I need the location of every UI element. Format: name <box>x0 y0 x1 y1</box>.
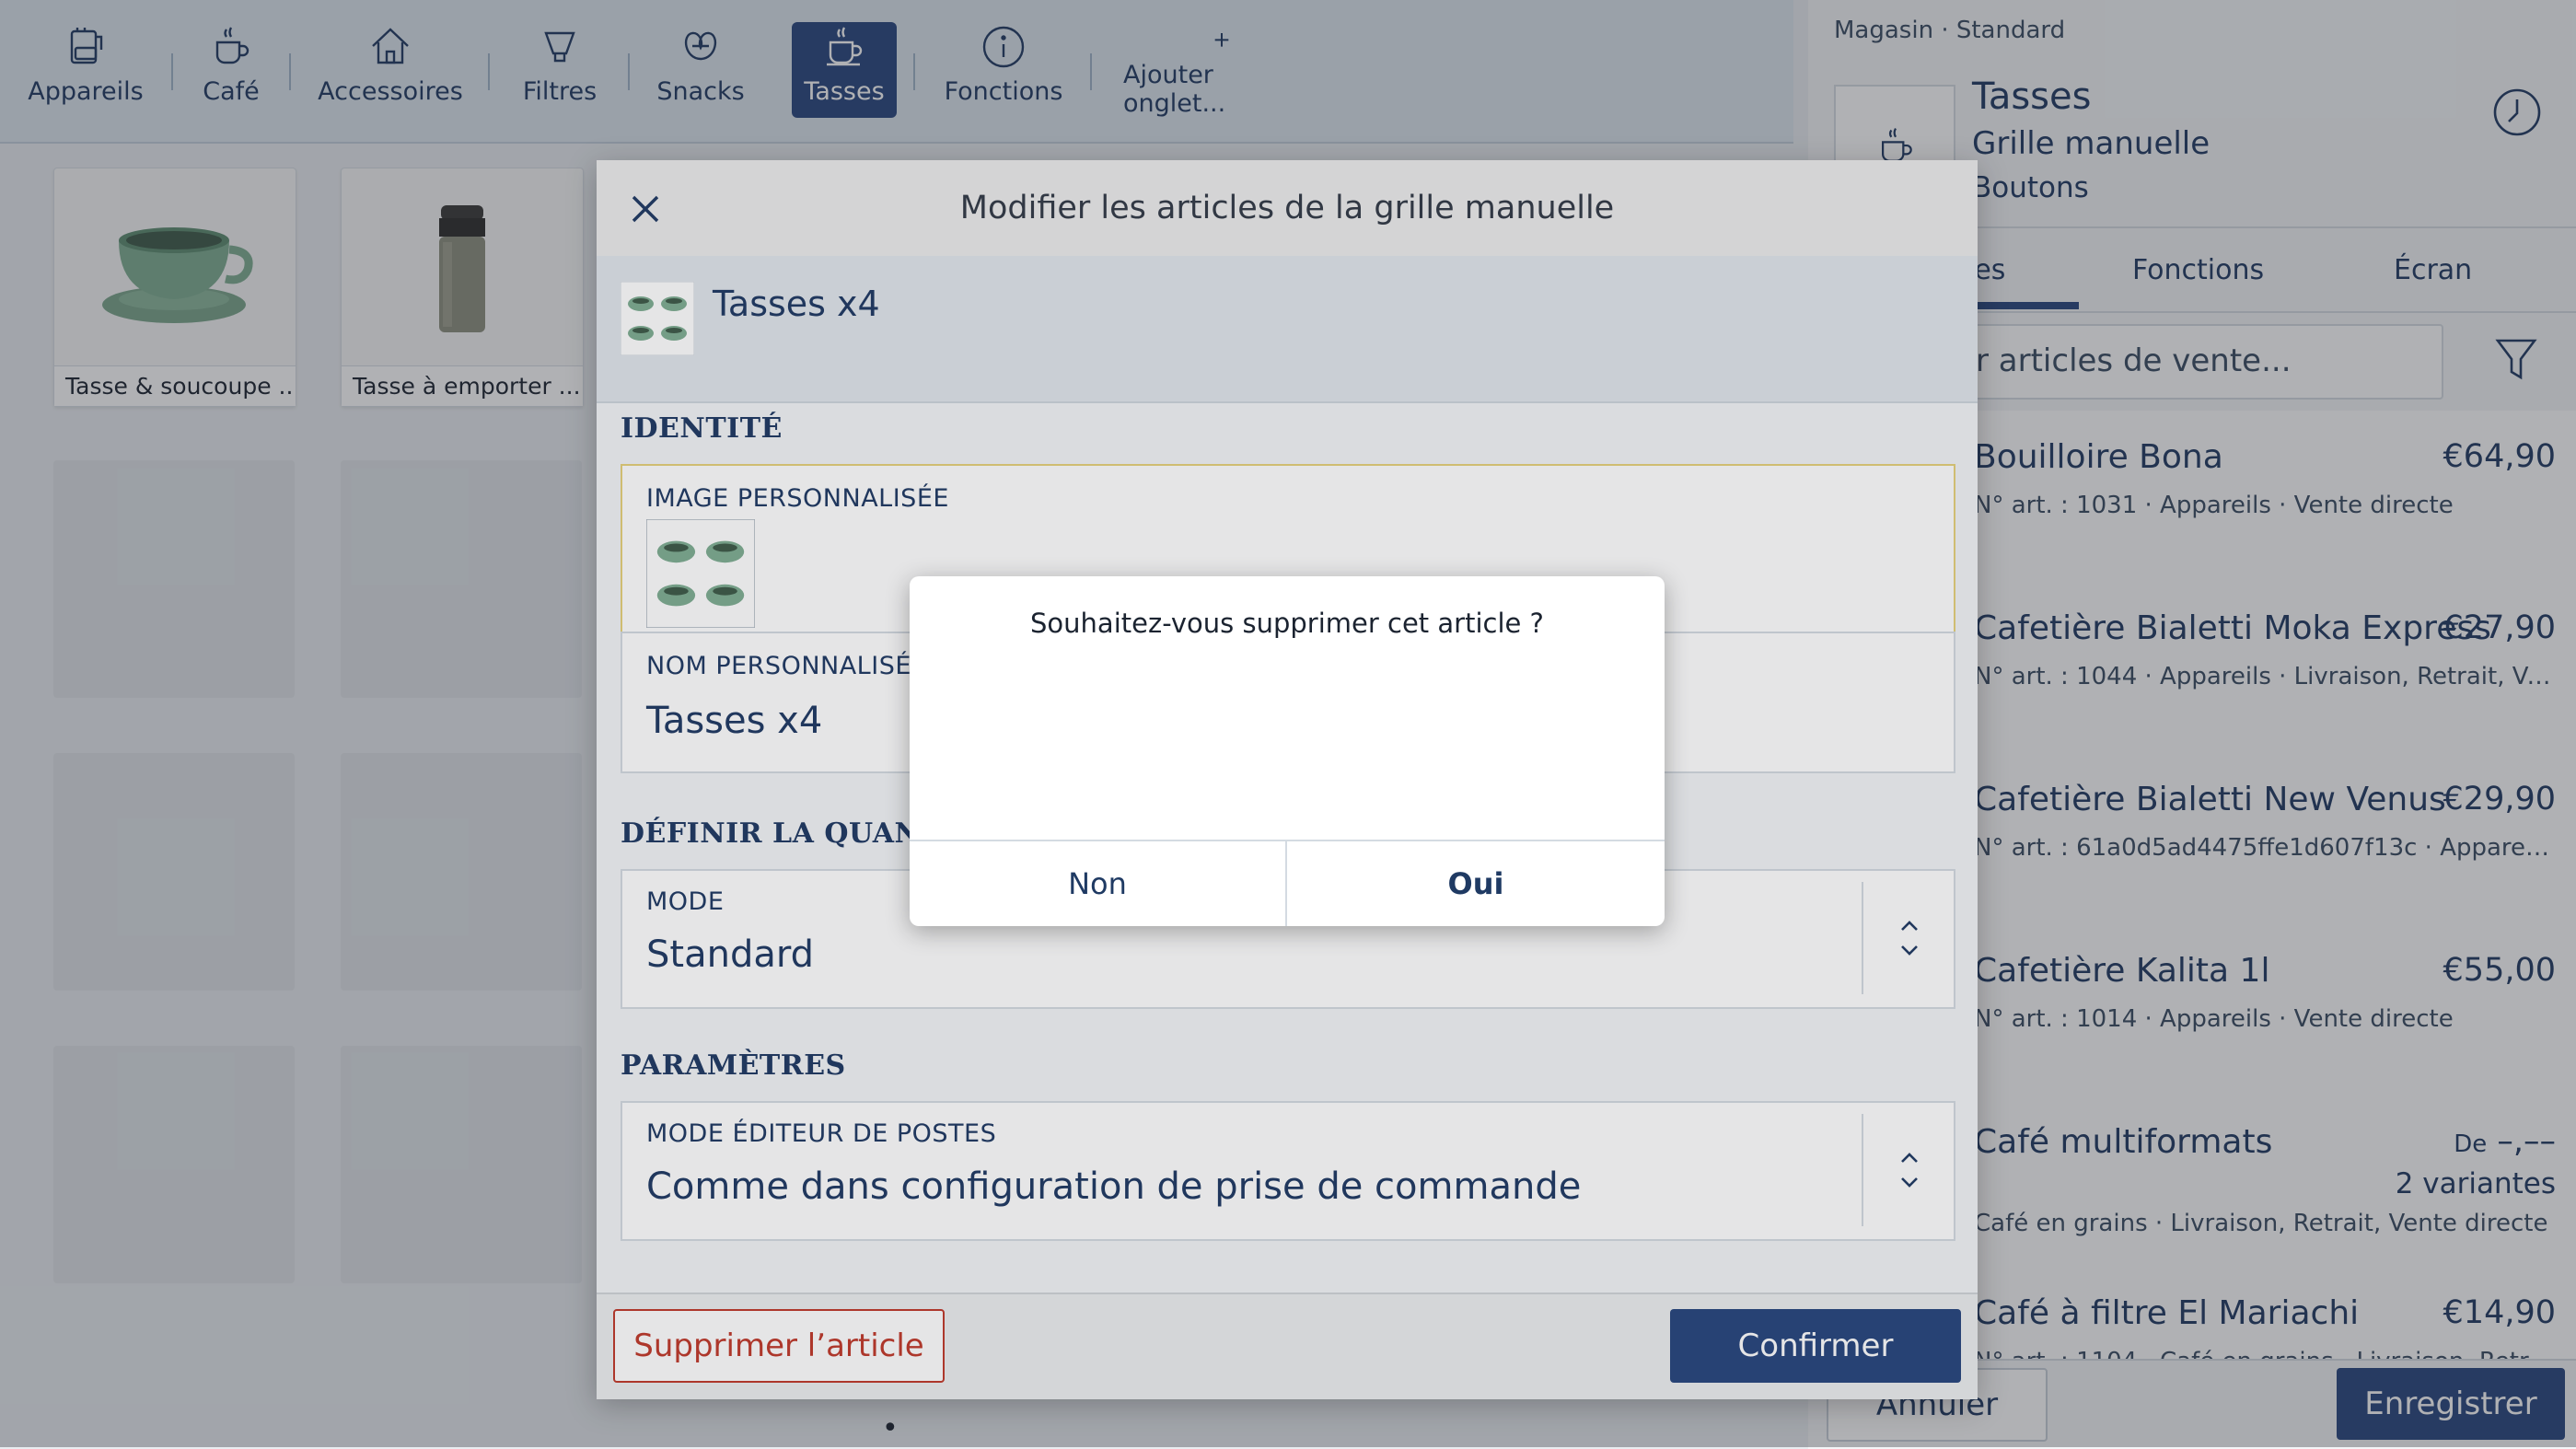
no-button[interactable]: Non <box>910 841 1285 926</box>
alert-message: Souhaitez-vous supprimer cet article ? <box>1030 608 1544 639</box>
delete-confirmation-alert: Souhaitez-vous supprimer cet article ? N… <box>910 576 1665 926</box>
yes-button[interactable]: Oui <box>1287 841 1665 926</box>
